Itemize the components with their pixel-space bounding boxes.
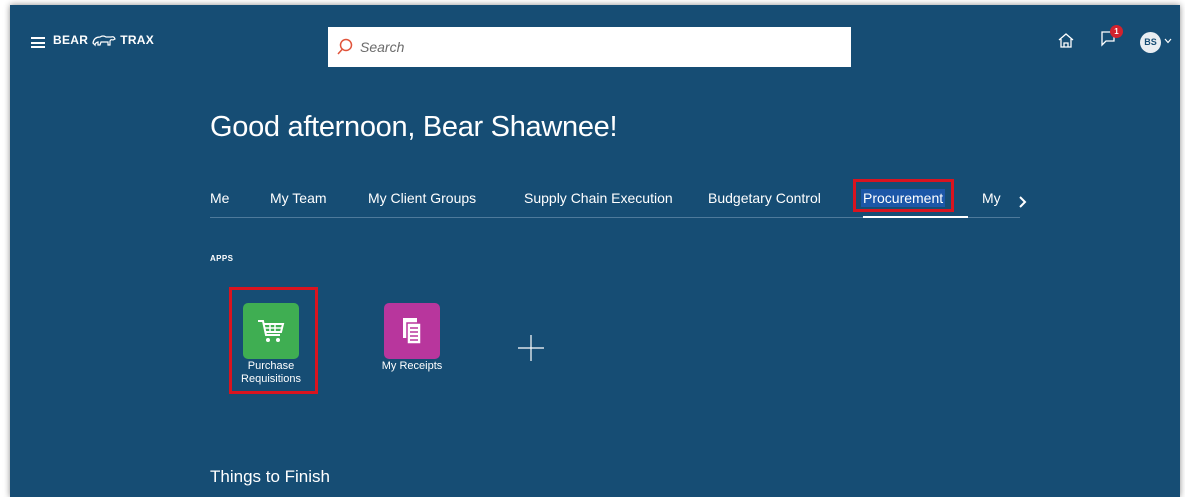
bear-icon	[92, 35, 116, 47]
search-icon	[337, 38, 353, 55]
notification-badge: 1	[1110, 25, 1123, 38]
page-title: Good afternoon, Bear Shawnee!	[210, 111, 618, 143]
app-window: BEAR TRAX Search 1 BS Good afternoon, Be…	[10, 5, 1180, 497]
purchase-requisitions-highlight-box	[229, 287, 318, 394]
chevron-right-icon[interactable]	[1018, 195, 1028, 209]
brand-text-right: TRAX	[120, 33, 155, 47]
things-to-finish-heading: Things to Finish	[210, 467, 330, 486]
tab-my-client-groups[interactable]: My Client Groups	[368, 190, 476, 206]
tab-my-team[interactable]: My Team	[270, 190, 327, 206]
add-app-icon[interactable]	[517, 334, 545, 362]
tab-supply-chain-execution[interactable]: Supply Chain Execution	[524, 190, 673, 206]
procurement-highlight-box	[853, 179, 954, 212]
tab-my[interactable]: My	[982, 190, 1001, 206]
brand-logo[interactable]: BEAR TRAX	[53, 33, 154, 47]
receipt-document-icon	[403, 318, 422, 345]
chevron-down-icon[interactable]	[1164, 38, 1172, 44]
active-tab-indicator	[863, 216, 968, 218]
search-placeholder: Search	[360, 39, 405, 55]
search-input[interactable]: Search	[328, 27, 851, 67]
menu-icon[interactable]	[31, 37, 45, 48]
my-receipts-tile[interactable]	[384, 303, 440, 359]
brand-text-left: BEAR	[53, 33, 89, 47]
apps-section-label: APPS	[210, 254, 234, 263]
home-icon[interactable]	[1057, 31, 1075, 49]
tab-budgetary-control[interactable]: Budgetary Control	[708, 190, 821, 206]
tab-me[interactable]: Me	[210, 190, 229, 206]
my-receipts-label[interactable]: My Receipts	[367, 360, 457, 373]
avatar[interactable]: BS	[1140, 32, 1161, 53]
